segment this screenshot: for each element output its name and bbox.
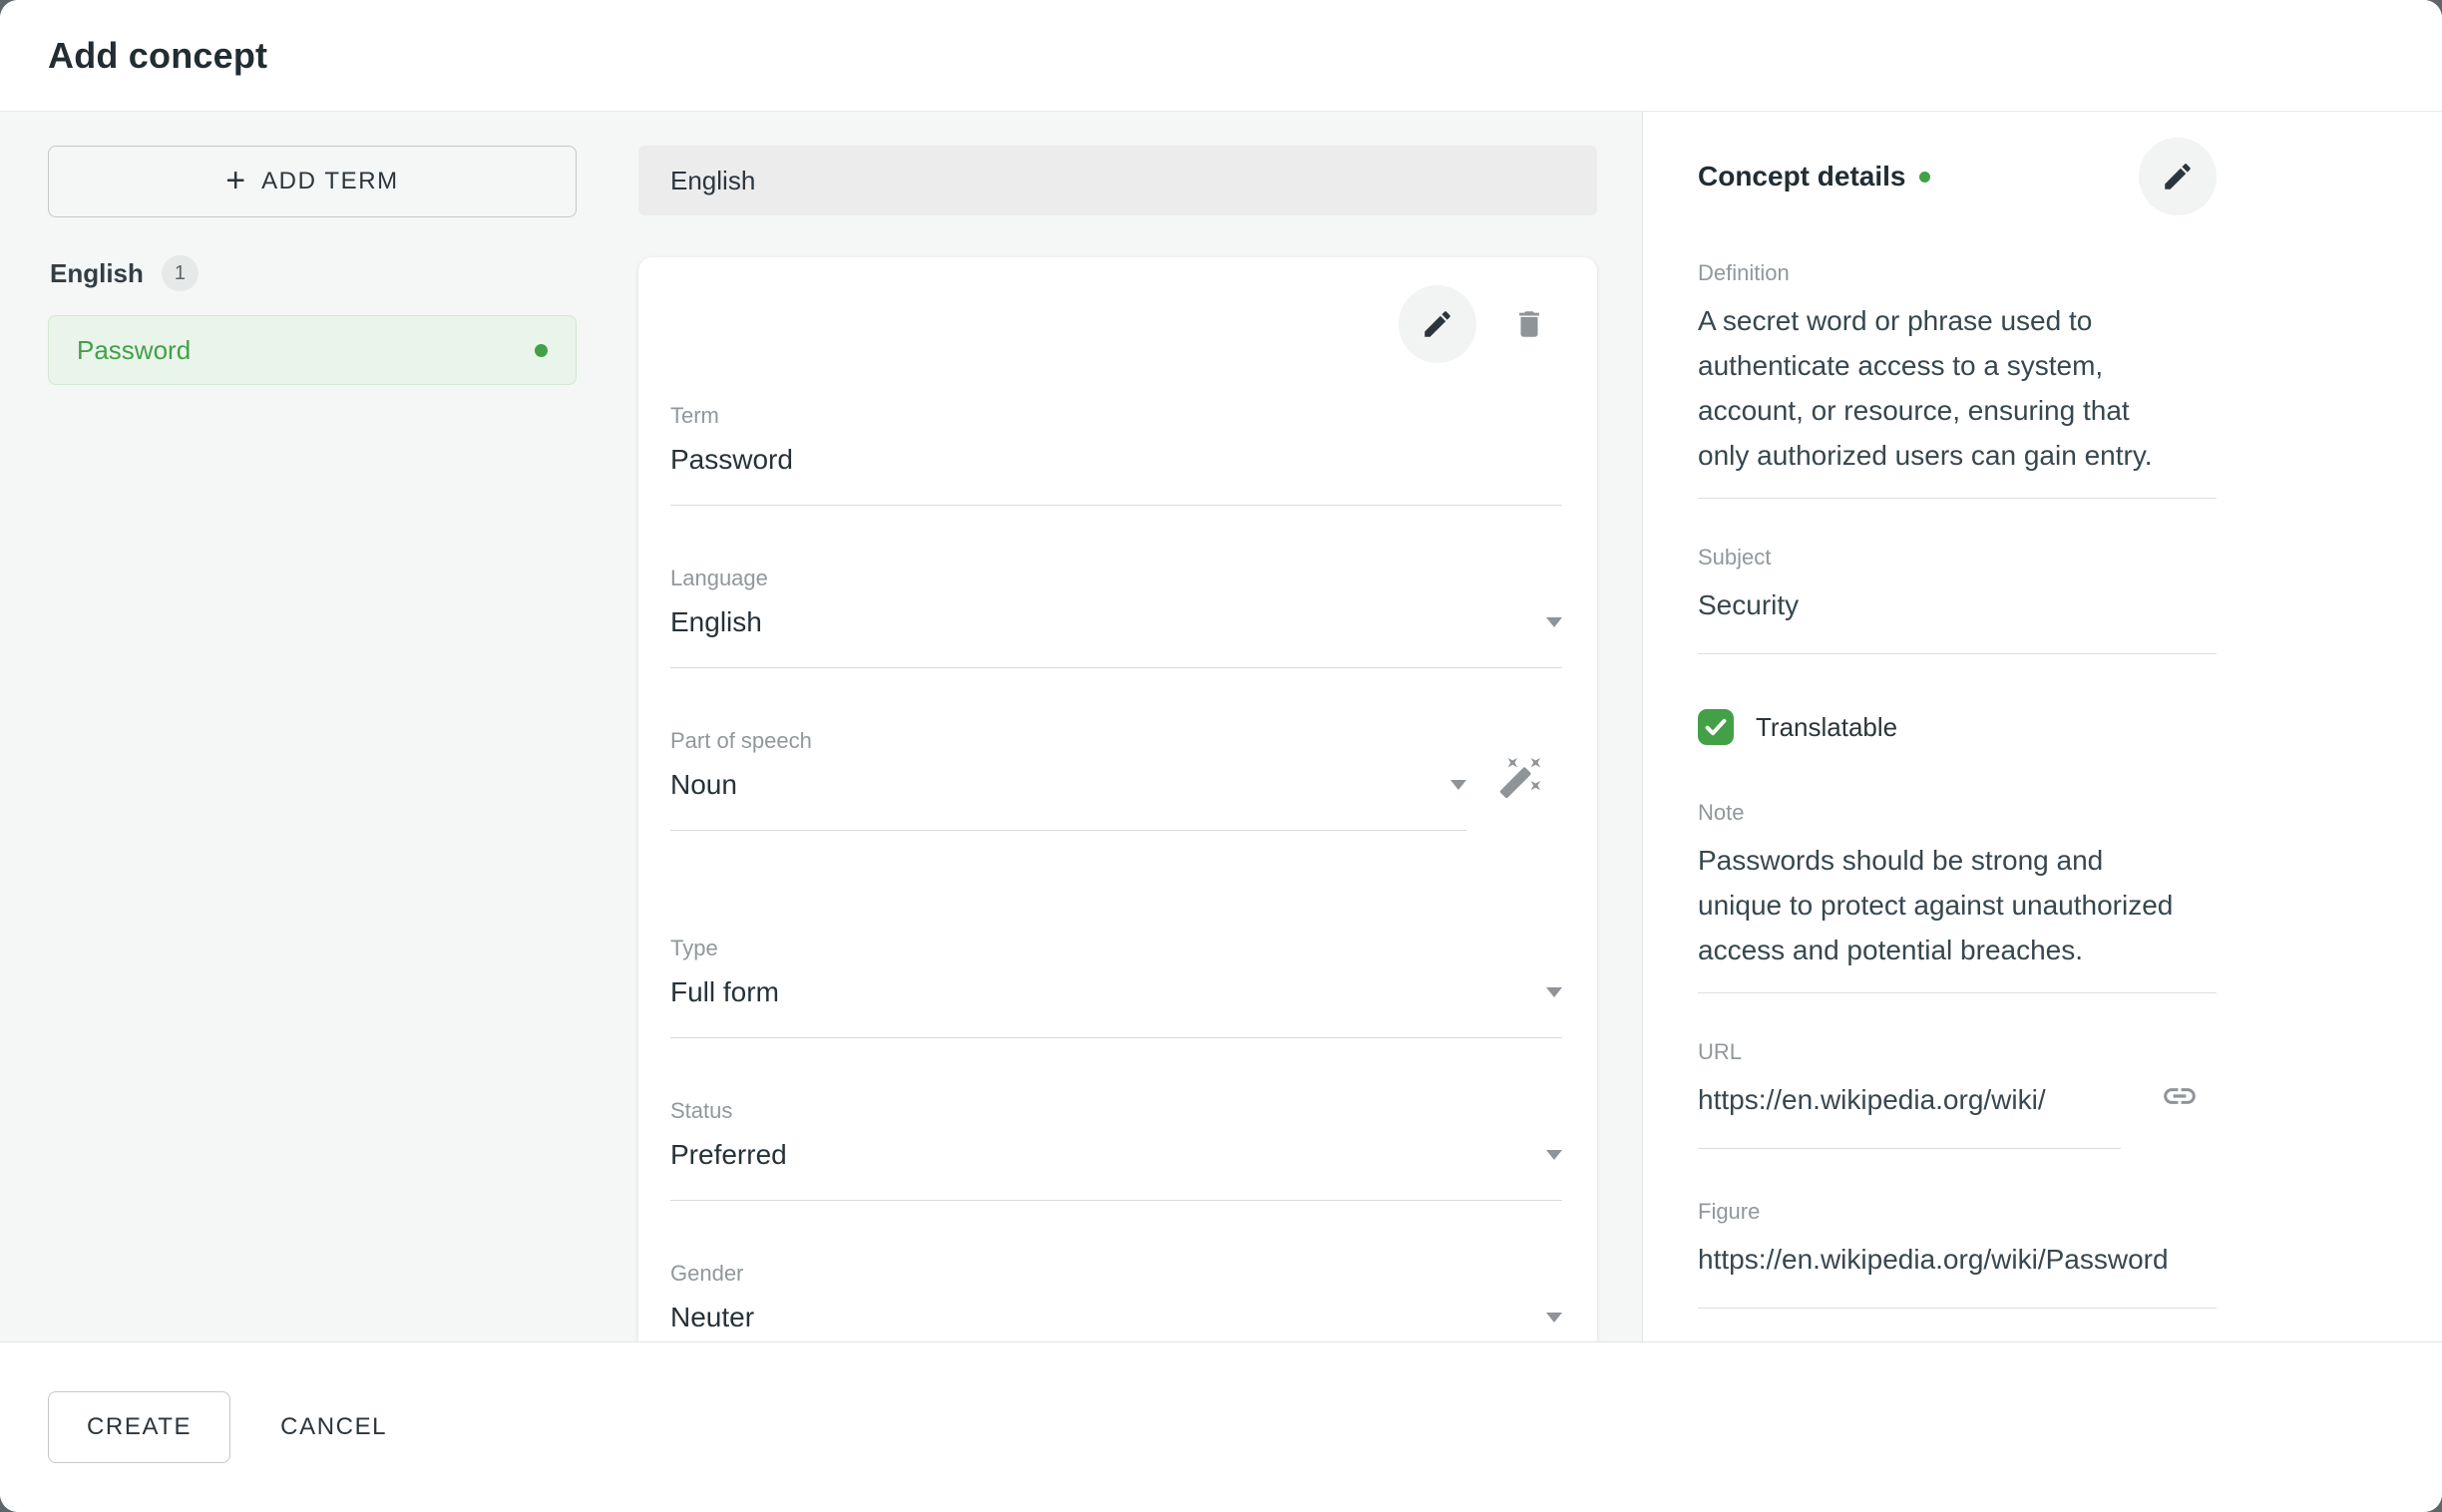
part-of-speech-field: Part of speech Noun: [670, 728, 1466, 831]
cancel-button[interactable]: CANCEL: [270, 1391, 397, 1463]
type-select[interactable]: Full form: [670, 974, 1562, 1037]
translatable-checkbox[interactable]: Translatable: [1698, 709, 2217, 745]
term-item-label: Password: [77, 335, 191, 366]
link-icon: [2161, 1077, 2199, 1115]
add-concept-dialog: Add concept + ADD TERM English 1 Passwor…: [0, 0, 2442, 1512]
term-sidebar: + ADD TERM English 1 Password: [48, 146, 577, 1341]
language-field-label: Language: [670, 566, 1562, 591]
checkbox-checked-icon: [1698, 709, 1734, 745]
dialog-titlebar: Add concept: [0, 0, 2442, 112]
url-row: URL https://en.wikipedia.org/wiki/: [1698, 1039, 2217, 1149]
open-link-button[interactable]: [2161, 1077, 2199, 1115]
add-term-button[interactable]: + ADD TERM: [48, 146, 577, 217]
term-field-label: Term: [670, 403, 1562, 429]
subject-value: Security: [1698, 582, 2217, 653]
url-label: URL: [1698, 1039, 2121, 1065]
status-field: Status Preferred: [670, 1098, 1562, 1201]
term-card: Term Password Language English: [638, 257, 1597, 1341]
plus-icon: +: [225, 164, 245, 197]
term-card-actions: [670, 285, 1546, 363]
definition-field[interactable]: Definition A secret word or phrase used …: [1698, 260, 2217, 499]
note-label: Note: [1698, 800, 2217, 826]
concept-details-panel: Concept details Definition A secret word…: [1642, 112, 2442, 1341]
add-term-label: ADD TERM: [261, 168, 399, 195]
dialog-body: + ADD TERM English 1 Password English: [0, 112, 2442, 1341]
concept-details-header: Concept details: [1698, 138, 2217, 215]
term-group-header: English 1: [50, 255, 577, 291]
language-select[interactable]: English: [670, 604, 1562, 667]
term-language-header: English: [638, 146, 1597, 215]
chevron-down-icon: [1546, 617, 1562, 627]
part-of-speech-select[interactable]: Noun: [670, 767, 1466, 830]
figure-label: Figure: [1698, 1199, 2217, 1225]
type-field-label: Type: [670, 936, 1562, 961]
url-field[interactable]: URL https://en.wikipedia.org/wiki/: [1698, 1039, 2121, 1149]
edit-concept-button[interactable]: [2139, 138, 2217, 215]
definition-label: Definition: [1698, 260, 2217, 286]
chevron-down-icon: [1546, 1313, 1562, 1323]
type-field: Type Full form: [670, 936, 1562, 1038]
gender-select[interactable]: Neuter: [670, 1300, 1562, 1341]
main-area: + ADD TERM English 1 Password English: [0, 112, 1642, 1341]
term-list-item-password[interactable]: Password: [48, 315, 577, 385]
term-field: Term Password: [670, 403, 1562, 506]
gender-field: Gender Neuter: [670, 1261, 1562, 1341]
translatable-label: Translatable: [1756, 712, 1897, 743]
subject-field[interactable]: Subject Security: [1698, 545, 2217, 654]
part-of-speech-label: Part of speech: [670, 728, 1466, 754]
auto-fill-button[interactable]: [1498, 754, 1544, 800]
definition-value: A secret word or phrase used to authenti…: [1698, 298, 2175, 498]
term-editor-column: English: [638, 146, 1597, 1341]
delete-term-button[interactable]: [1512, 307, 1546, 341]
note-value: Passwords should be strong and unique to…: [1698, 838, 2175, 992]
pencil-icon: [2161, 160, 2195, 193]
pencil-icon: [1421, 307, 1454, 341]
figure-field[interactable]: Figure https://en.wikipedia.org/wiki/Pas…: [1698, 1199, 2217, 1309]
term-count-badge: 1: [162, 255, 199, 291]
url-value: https://en.wikipedia.org/wiki/: [1698, 1077, 2121, 1148]
concept-details-title: Concept details: [1698, 161, 1905, 192]
term-group-language: English: [50, 258, 144, 289]
page-title: Add concept: [48, 35, 267, 77]
gender-field-label: Gender: [670, 1261, 1562, 1287]
chevron-down-icon: [1546, 987, 1562, 997]
status-select[interactable]: Preferred: [670, 1137, 1562, 1200]
create-button[interactable]: CREATE: [48, 1391, 230, 1463]
edit-term-button[interactable]: [1399, 285, 1476, 363]
status-dot-icon: [535, 344, 548, 357]
subject-label: Subject: [1698, 545, 2217, 570]
part-of-speech-row: Part of speech Noun: [670, 728, 1562, 831]
trash-icon: [1512, 307, 1546, 341]
dialog-footer: CREATE CANCEL: [0, 1341, 2442, 1512]
figure-value: https://en.wikipedia.org/wiki/Password: [1698, 1237, 2197, 1308]
term-input[interactable]: Password: [670, 442, 1562, 505]
note-field[interactable]: Note Passwords should be strong and uniq…: [1698, 800, 2217, 993]
language-field: Language English: [670, 566, 1562, 668]
magic-wand-icon: [1498, 754, 1544, 800]
chevron-down-icon: [1546, 1150, 1562, 1160]
chevron-down-icon: [1450, 780, 1466, 790]
status-dot-icon: [1919, 172, 1930, 183]
status-field-label: Status: [670, 1098, 1562, 1124]
